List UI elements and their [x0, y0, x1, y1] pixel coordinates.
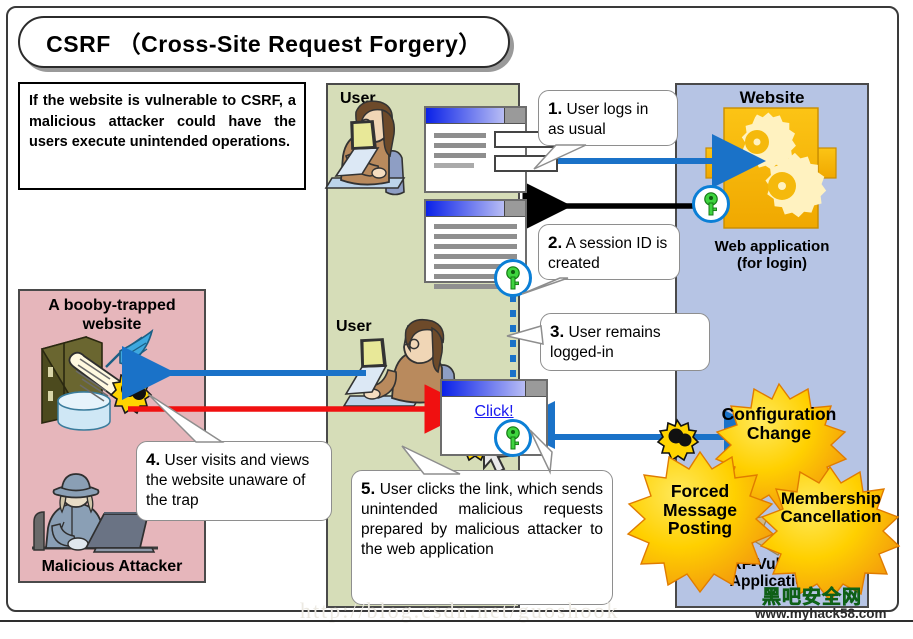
callout-step-2-text: A session ID is created: [548, 235, 668, 273]
callout-step-5-number: 5.: [361, 479, 376, 498]
bottom-rule: [0, 620, 913, 622]
session-key-badge-reused: [494, 419, 532, 457]
callout-step-4-text: User visits and views the website unawar…: [146, 452, 310, 510]
intro-text: If the website is vulnerable to CSRF, a …: [29, 93, 296, 151]
csrf-caption-line1: CSRF-Vulnerable: [708, 556, 836, 573]
burst-forced-message-line3: Posting: [667, 518, 733, 539]
key-icon: [704, 192, 718, 216]
web-application-caption-line1: Web application: [714, 238, 830, 255]
form-input-box[interactable]: [494, 155, 558, 172]
form-label-line: [434, 143, 486, 148]
diagram-canvas: CSRF （Cross-Site Request Forgery） If the…: [0, 0, 913, 639]
browser-titlebar: [426, 108, 525, 124]
user-panel-label-top: User: [340, 90, 376, 107]
callout-step-3: 3. User remains logged-in: [540, 313, 710, 371]
burst-forced-message-line1: Forced: [670, 480, 730, 501]
content-line: [434, 224, 517, 229]
website-panel-label: Website: [739, 88, 805, 107]
booby-label-line2: website: [82, 316, 142, 334]
page-title: CSRF （Cross-Site Request Forgery）: [18, 16, 510, 68]
content-line: [434, 244, 517, 249]
callout-step-4-number: 4.: [146, 450, 161, 469]
burst-label-membership-cancellation: Membership Cancellation: [758, 478, 904, 538]
browser-titlebar: [442, 381, 546, 397]
malicious-attacker-label: Malicious Attacker: [41, 558, 183, 575]
burst-configuration-change-line2: Change: [746, 423, 812, 443]
burst-forced-message-line2: Message: [663, 499, 737, 520]
session-key-badge-created: [494, 259, 532, 297]
watermark-url: www.myhack58.com: [755, 606, 887, 621]
browser-window-login: [424, 106, 558, 193]
callout-step-1-number: 1.: [548, 99, 563, 118]
web-application-caption-line2: (for login): [737, 255, 807, 273]
burst-configuration-change-line1: Configuration: [721, 404, 837, 425]
titlebar-gradient: [426, 201, 505, 216]
content-line: [434, 254, 517, 259]
browser-content-login-form: [426, 124, 558, 179]
callout-step-1: 1. User logs in as usual: [538, 90, 678, 146]
callout-step-2: 2. A session ID is created: [538, 224, 680, 280]
burst-label-configuration-change: Configuration Change: [707, 393, 851, 455]
watermark-chinese: 黑吧安全网: [762, 587, 863, 609]
key-icon: [506, 266, 520, 290]
callout-step-3-number: 3.: [550, 322, 565, 341]
titlebar-button: [505, 108, 525, 123]
burst-membership-line1: Membership: [780, 488, 882, 508]
burst-membership-line2: Cancellation: [780, 507, 882, 526]
form-label-line: [434, 133, 486, 138]
titlebar-gradient: [442, 381, 526, 396]
callout-step-3-text: User remains logged-in: [550, 324, 661, 362]
titlebar-button: [505, 201, 525, 216]
user-panel-label-bottom: User: [336, 318, 372, 335]
titlebar-button: [526, 381, 546, 396]
click-link[interactable]: Click!: [440, 403, 548, 421]
intro-box: If the website is vulnerable to CSRF, a …: [18, 82, 306, 190]
form-label-line: [434, 163, 474, 168]
burst-label-forced-message-posting: Forced Message Posting: [641, 470, 759, 550]
form-label-line: [434, 153, 486, 158]
web-application-caption: Web application (for login): [675, 238, 869, 273]
callout-step-1-text: User logs in as usual: [548, 101, 649, 139]
callout-step-5: 5. User clicks the link, which sends uni…: [351, 470, 613, 605]
page-title-text: CSRF （Cross-Site Request Forgery）: [46, 31, 482, 57]
callout-step-4: 4. User visits and views the website una…: [136, 441, 332, 521]
titlebar-gradient: [426, 108, 505, 123]
callout-step-5-text: User clicks the link, which sends uninte…: [361, 481, 603, 559]
content-line: [434, 234, 517, 239]
callout-step-2-number: 2.: [548, 233, 563, 252]
key-icon: [506, 426, 520, 450]
booby-label-line1: A booby-trapped: [48, 297, 176, 314]
booby-trapped-website-label: A booby-trapped website: [18, 296, 206, 334]
session-key-badge-webapp: [692, 185, 730, 223]
browser-titlebar: [426, 201, 525, 217]
